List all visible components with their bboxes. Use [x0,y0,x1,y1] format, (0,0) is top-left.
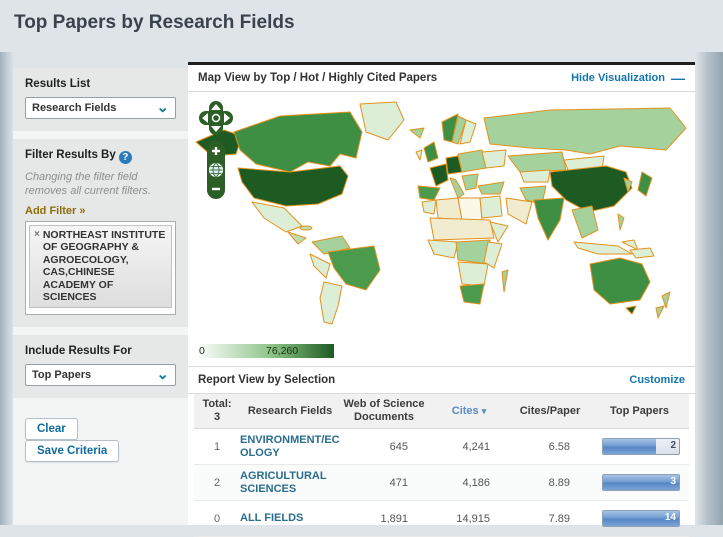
active-filter-item[interactable]: × NORTHEAST INSTITUTE OF GEOGRAPHY & AGR… [29,224,172,309]
map-legend-area: 0 76,260 [188,342,695,367]
save-criteria-button[interactable]: Save Criteria [25,439,120,462]
hide-visualization-link[interactable]: Hide Visualization [571,72,665,84]
table-row: 2 AGRICULTURAL SCIENCES 471 4,186 8.89 3 [194,465,689,502]
results-list-section: Results List Research Fields ⌄ [13,68,188,131]
page-background-left [0,52,14,525]
map-view [188,92,695,342]
row-rank: 2 [213,476,221,489]
globe-icon [209,163,223,177]
active-filter-list: × NORTHEAST INSTITUTE OF GEOGRAPHY & AGR… [25,220,176,315]
top-papers-bar: 2 [602,438,680,456]
include-results-selected: Top Papers [32,368,92,381]
wos-documents-value: 471 [389,476,408,489]
sidebar-buttons: Clear Save Criteria [13,406,188,474]
wos-documents-value: 1,891 [380,512,408,525]
remove-filter-icon[interactable]: × [34,229,40,305]
map-zoom-control[interactable] [206,140,226,200]
column-header-cites-per-paper: Cites/Paper [519,404,581,417]
include-results-section: Include Results For Top Papers ⌄ [13,334,188,398]
legend-min-value: 0 [199,345,205,357]
top-papers-count: 14 [664,512,676,524]
help-icon[interactable]: ? [118,151,132,164]
research-field-link[interactable]: ALL FIELDS [240,512,340,525]
include-results-dropdown[interactable]: Top Papers ⌄ [25,363,176,386]
include-results-label: Include Results For [25,344,132,357]
page-header: Top Papers by Research Fields [0,0,723,62]
cites-value: 14,915 [456,512,490,525]
chevron-down-icon: ⌄ [156,365,169,383]
main-panel: Map View by Top / Hot / Highly Cited Pap… [188,62,695,537]
map-section-title: Map View by Top / Hot / Highly Cited Pap… [198,72,438,84]
report-section-header: Report View by Selection Customize [188,367,695,394]
cites-per-paper-value: 7.89 [548,512,570,525]
filter-note: Changing the filter field removes all cu… [25,171,151,197]
filter-section: Filter Results By? Changing the filter f… [13,139,188,327]
map-section-header: Map View by Top / Hot / Highly Cited Pap… [188,65,695,92]
report-table-header: Total: 3 Research Fields Web of Science … [194,394,689,430]
table-row: 0 ALL FIELDS 1,891 14,915 7.89 14 [194,501,689,537]
active-filter-text: NORTHEAST INSTITUTE OF GEOGRAPHY & AGROE… [42,228,166,304]
cites-per-paper-value: 6.58 [548,440,570,453]
clear-button[interactable]: Clear [25,417,78,440]
wos-documents-value: 645 [389,440,408,453]
sort-descending-icon: ▾ [481,405,487,416]
page-title: Top Papers by Research Fields [14,12,295,33]
column-header-cites[interactable]: Cites ▾ [428,405,510,418]
page-background-right [695,52,723,525]
results-list-dropdown[interactable]: Research Fields ⌄ [25,97,176,119]
chevron-down-icon: ⌄ [156,99,169,116]
report-section-title: Report View by Selection [198,374,336,386]
column-header-top-papers: Top Papers [609,404,670,417]
column-header-total: Total: 3 [194,398,240,424]
map-pan-control[interactable] [198,100,234,136]
collapse-icon[interactable]: — [671,70,685,86]
column-header-wos-documents: Web of Science Documents [343,398,425,424]
research-field-link[interactable]: ENVIRONMENT/ECOLOGY [240,434,340,460]
research-field-link[interactable]: AGRICULTURAL SCIENCES [240,470,340,496]
column-header-research-fields: Research Fields [247,404,333,417]
results-list-selected: Research Fields [32,102,117,114]
top-papers-count: 2 [670,440,676,452]
legend-max-value: 76,260 [266,345,299,357]
cites-value: 4,241 [462,440,490,453]
row-rank: 1 [213,440,221,453]
customize-link[interactable]: Customize [629,374,685,386]
total-count: 3 [213,411,221,424]
table-row: 1 ENVIRONMENT/ECOLOGY 645 4,241 6.58 2 [194,429,689,466]
sidebar: Results List Research Fields ⌄ Filter Re… [13,68,188,525]
world-choropleth-map[interactable] [190,98,692,336]
choropleth-legend: 0 76,260 [196,344,334,358]
top-papers-count: 3 [670,476,676,488]
top-papers-bar: 3 [602,474,680,492]
results-list-label: Results List [25,78,91,90]
cites-value: 4,186 [462,476,490,489]
filter-label: Filter Results By? [25,149,176,164]
row-rank: 0 [213,512,221,525]
cites-per-paper-value: 8.89 [548,476,570,489]
add-filter-link[interactable]: Add Filter » [25,205,86,217]
